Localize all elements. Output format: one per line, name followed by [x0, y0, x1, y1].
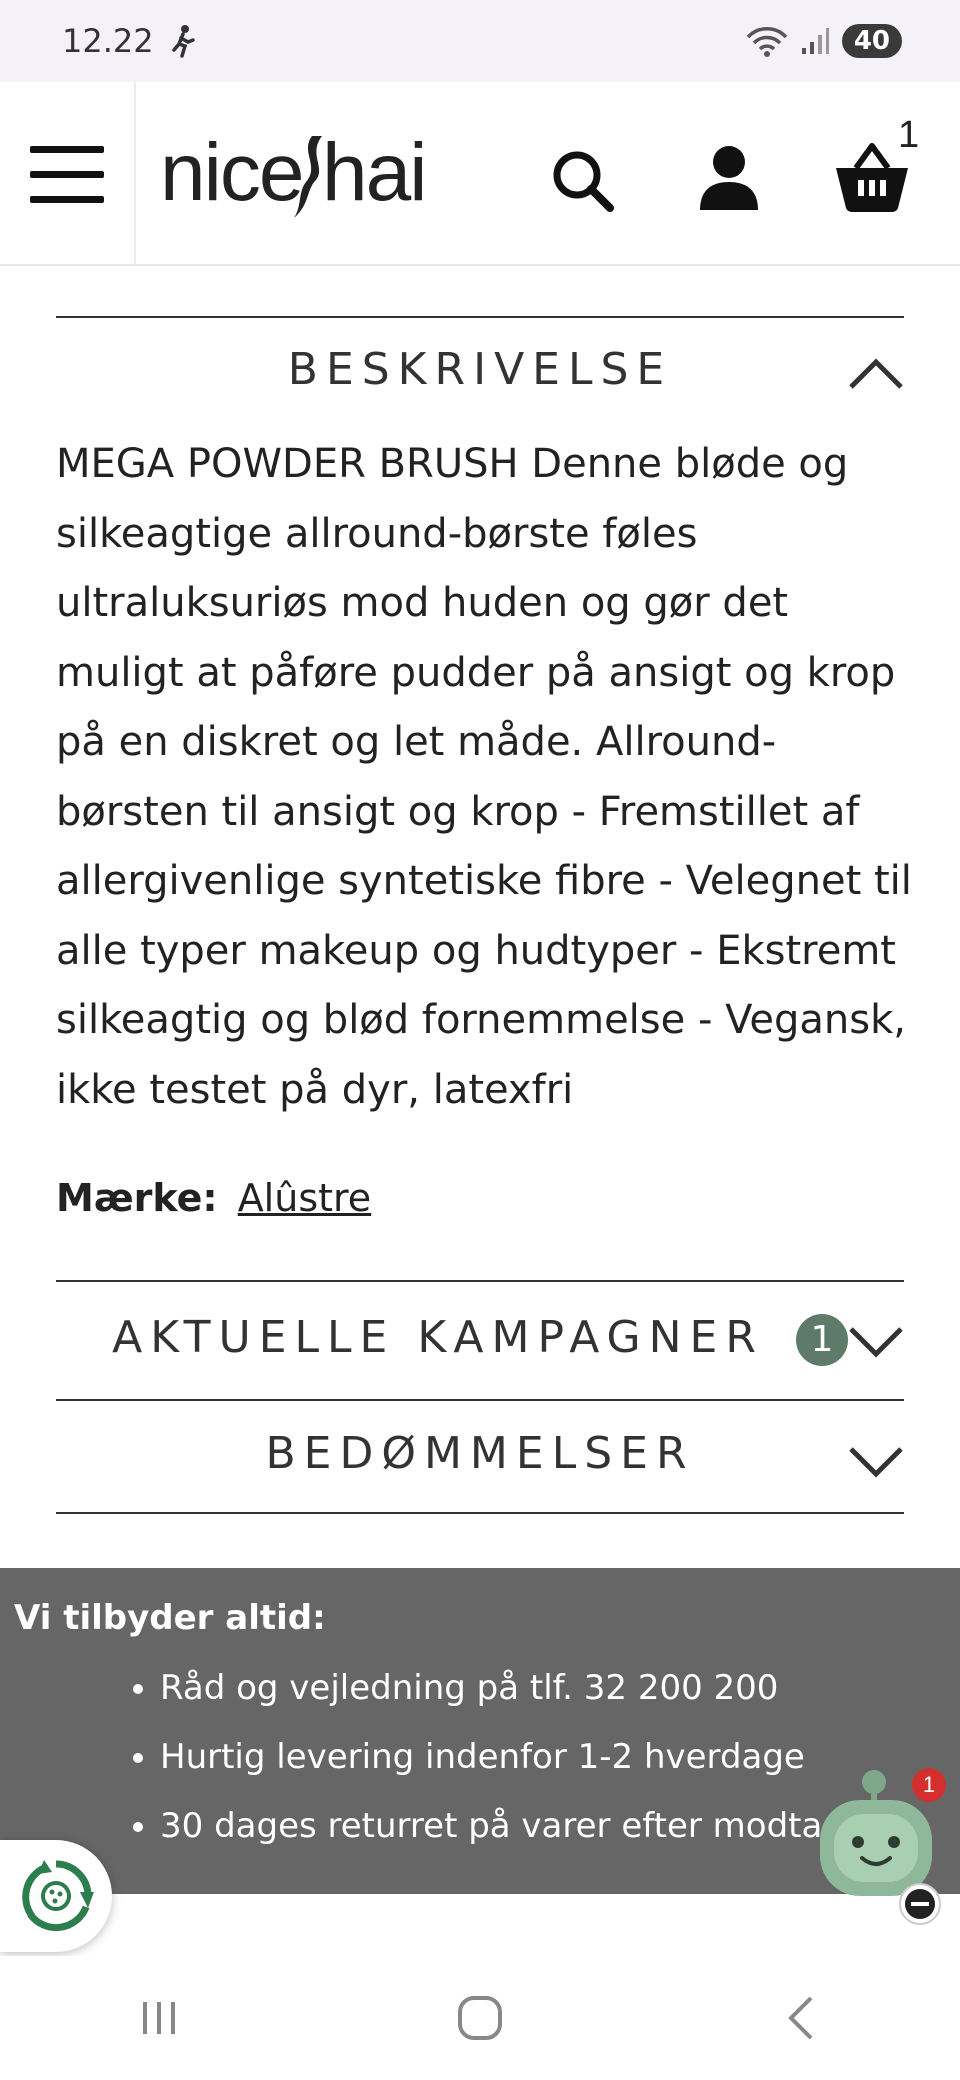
home-icon[interactable] [456, 1994, 504, 2042]
logo-text-nice: nice [160, 127, 302, 218]
status-left: 12.22 [62, 22, 198, 60]
divider [56, 316, 904, 318]
status-right: 40 [746, 24, 902, 58]
divider [56, 1280, 904, 1282]
menu-bar [30, 146, 104, 153]
reviews-toggle[interactable]: BEDØMMELSER [56, 1428, 904, 1479]
account-button[interactable] [698, 144, 760, 217]
status-time: 12.22 [62, 22, 154, 60]
description-text: MEGA POWDER BRUSH Denne bløde og silkeag… [56, 441, 912, 1113]
chevron-down-icon[interactable] [848, 1326, 904, 1360]
campaigns-title: AKTUELLE KAMPAGNER [112, 1312, 764, 1363]
offer-item: Hurtig levering indenfor 1-2 hverdage [160, 1723, 913, 1792]
chevron-down-icon[interactable] [848, 1446, 904, 1480]
cart-count: 1 [898, 114, 920, 156]
offer-title: Vi tilbyder altid: [14, 1598, 326, 1638]
wifi-icon [746, 27, 788, 57]
divider [56, 1399, 904, 1401]
back-icon[interactable] [779, 1994, 823, 2042]
campaigns-badge: 1 [795, 1314, 848, 1366]
brand-row: Mærke: Alûstre [56, 1176, 371, 1220]
logo-graphic: nice hair [160, 127, 453, 218]
campaigns-toggle[interactable]: AKTUELLE KAMPAGNER 1 [56, 1312, 904, 1366]
battery-indicator: 40 [841, 24, 902, 58]
brand-link[interactable]: Alûstre [238, 1176, 372, 1220]
chat-bot-button[interactable]: 1 [812, 1760, 952, 1930]
logo-text-hair: hair [322, 127, 430, 218]
offer-item: 30 dages returret på varer efter modtage… [160, 1792, 913, 1861]
chat-badge-count: 1 [922, 1772, 936, 1797]
system-nav-bar [0, 1956, 960, 2080]
brand-label: Mærke: [56, 1176, 218, 1220]
site-header: nice hair 1 [0, 82, 960, 266]
walking-icon [171, 25, 195, 58]
divider [56, 1512, 904, 1514]
menu-bar [30, 196, 104, 203]
search-icon [553, 151, 614, 212]
chat-notification-badge: 1 [912, 1768, 946, 1802]
user-icon [700, 146, 758, 210]
recent-apps-icon[interactable] [137, 1996, 181, 2040]
description-title: BESKRIVELSE [287, 344, 673, 395]
offer-list: Råd og vejledning på tlf. 32 200 200 Hur… [120, 1654, 913, 1861]
menu-bar [30, 171, 104, 178]
status-bar: 12.22 40 [0, 0, 960, 82]
search-button[interactable] [550, 148, 616, 219]
offer-item: Råd og vejledning på tlf. 32 200 200 [160, 1654, 913, 1723]
signal-icon [801, 28, 829, 54]
chevron-up-icon[interactable] [848, 356, 904, 390]
eco-button[interactable] [0, 1840, 112, 1952]
reviews-title: BEDØMMELSER [265, 1428, 695, 1479]
recycle-icon [22, 1860, 94, 1932]
header-divider [134, 82, 136, 264]
site-logo[interactable]: nice hair [160, 122, 453, 226]
description-toggle[interactable]: BESKRIVELSE [56, 344, 904, 395]
menu-button[interactable] [30, 146, 104, 206]
